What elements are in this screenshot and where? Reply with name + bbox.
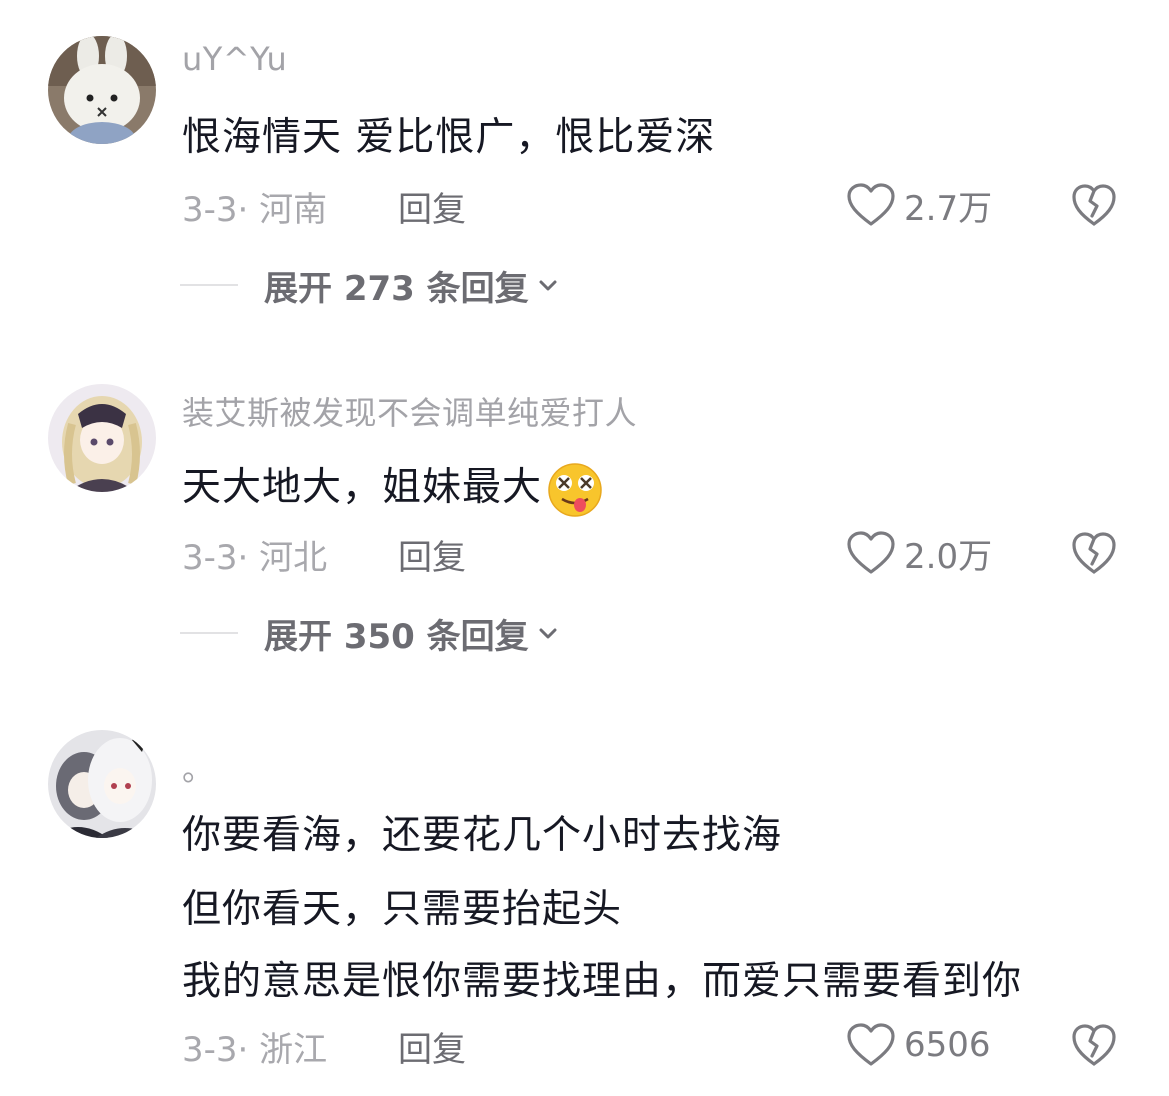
anime-girl-icon [48, 384, 156, 492]
divider [180, 284, 238, 286]
comment-date-location: 3-3· 河南 [182, 190, 328, 230]
comment-date-location: 3-3· 河北 [182, 538, 328, 578]
heart-icon [847, 183, 895, 226]
reply-button[interactable]: 回复 [398, 182, 466, 231]
comment-text-line: 但你看天，只需要抬起头 [182, 887, 623, 932]
reply-button[interactable]: 回复 [398, 530, 466, 579]
reply-button[interactable]: 回复 [398, 1022, 466, 1071]
comment-text-body: 天大地大，姐妹最大 [182, 465, 543, 510]
like-button[interactable]: 6506 [846, 1020, 991, 1070]
username[interactable]: 。 [182, 744, 215, 790]
broken-heart-icon[interactable] [1070, 1021, 1118, 1069]
avatar[interactable] [48, 384, 156, 492]
username[interactable]: uY^Yu [182, 40, 287, 78]
comment-text: 恨海情天 爱比恨广，恨比爱深 [182, 115, 716, 160]
broken-heart-icon[interactable] [1070, 181, 1118, 229]
comment-text-line: 我的意思是恨你需要找理由，而爱只需要看到你 [182, 959, 1023, 1004]
chevron-down-icon [539, 280, 557, 291]
expand-replies-button[interactable]: 展开 350 条回复 [180, 610, 559, 657]
dizzy-tongue-emoji-icon [548, 462, 602, 517]
expand-replies-label: 展开 273 条回复 [264, 268, 529, 309]
bunny-plush-icon [48, 36, 156, 144]
heart-icon [847, 531, 895, 574]
avatar[interactable] [48, 730, 156, 838]
broken-heart-icon[interactable] [1070, 529, 1118, 577]
like-count: 2.7万 [904, 188, 993, 229]
comment-date-location: 3-3· 浙江 [182, 1030, 328, 1070]
like-button[interactable]: 2.7万 [846, 180, 992, 230]
heart-icon [847, 1023, 895, 1066]
anime-pair-icon [48, 730, 156, 838]
comment-text: 天大地大，姐妹最大 [182, 456, 606, 519]
like-button[interactable]: 2.0万 [846, 528, 992, 578]
username[interactable]: 装艾斯被发现不会调单纯爱打人 [182, 388, 637, 434]
like-count: 6506 [904, 1025, 991, 1065]
expand-replies-button[interactable]: 展开 273 条回复 [180, 262, 559, 309]
like-count: 2.0万 [904, 536, 993, 577]
expand-replies-label: 展开 350 条回复 [264, 616, 529, 657]
chevron-down-icon [539, 628, 557, 639]
avatar[interactable] [48, 36, 156, 144]
divider [180, 632, 238, 634]
comment-text-line: 你要看海，还要花几个小时去找海 [182, 813, 783, 858]
